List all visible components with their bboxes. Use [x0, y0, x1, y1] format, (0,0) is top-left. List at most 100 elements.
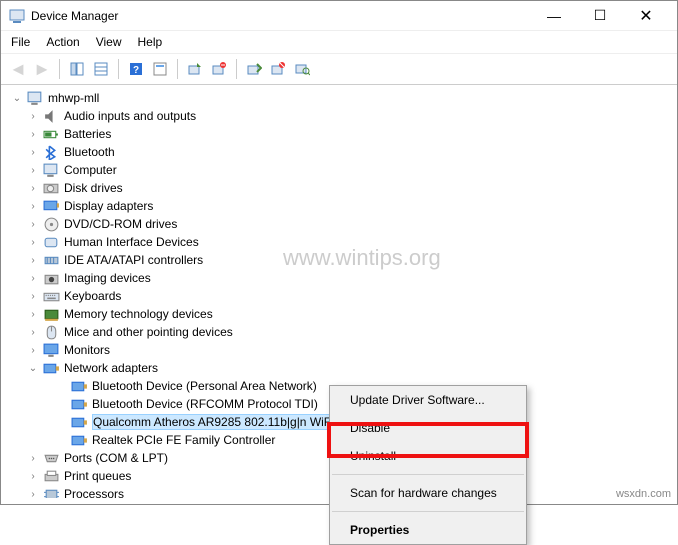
- chevron-right-icon[interactable]: ›: [27, 219, 39, 230]
- cm-uninstall[interactable]: Uninstall: [330, 442, 526, 470]
- forward-button[interactable]: ►: [31, 58, 53, 80]
- category-row[interactable]: › Memory technology devices: [3, 305, 675, 323]
- category-label: Display adapters: [64, 199, 153, 213]
- enable-button[interactable]: [243, 58, 265, 80]
- menu-help[interactable]: Help: [138, 35, 163, 49]
- chevron-right-icon[interactable]: ›: [27, 471, 39, 482]
- help-button[interactable]: ?: [125, 58, 147, 80]
- disable-button[interactable]: [267, 58, 289, 80]
- category-row[interactable]: › Computer: [3, 161, 675, 179]
- category-label: Network adapters: [64, 361, 158, 375]
- credit-text: wsxdn.com: [616, 488, 671, 500]
- menu-view[interactable]: View: [96, 35, 122, 49]
- properties-button[interactable]: [149, 58, 171, 80]
- chevron-right-icon[interactable]: ›: [27, 201, 39, 212]
- category-icon: [43, 109, 60, 124]
- category-label: Computer: [64, 163, 117, 177]
- chevron-down-icon[interactable]: ⌄: [27, 363, 39, 374]
- maximize-button[interactable]: ☐: [577, 1, 623, 31]
- chevron-right-icon[interactable]: ›: [27, 489, 39, 499]
- menu-file[interactable]: File: [11, 35, 30, 49]
- category-label: Processors: [64, 487, 124, 498]
- context-menu: Update Driver Software... Disable Uninst…: [329, 385, 527, 545]
- computer-root[interactable]: ⌄ mhwp-mll: [3, 89, 675, 107]
- category-label: Monitors: [64, 343, 110, 357]
- separator: [332, 511, 524, 512]
- category-icon: [43, 307, 60, 322]
- category-row[interactable]: › Imaging devices: [3, 269, 675, 287]
- category-row[interactable]: › Monitors: [3, 341, 675, 359]
- uninstall-button[interactable]: [208, 58, 230, 80]
- category-label: Imaging devices: [64, 271, 151, 285]
- show-list-button[interactable]: [90, 58, 112, 80]
- separator: [59, 59, 60, 79]
- chevron-right-icon[interactable]: ›: [27, 345, 39, 356]
- category-icon: [43, 253, 60, 268]
- category-icon: [43, 469, 60, 484]
- separator: [177, 59, 178, 79]
- category-label: Disk drives: [64, 181, 123, 195]
- device-label: Realtek PCIe FE Family Controller: [92, 433, 275, 447]
- menu-action[interactable]: Action: [46, 35, 79, 49]
- chevron-right-icon[interactable]: ›: [27, 111, 39, 122]
- category-row[interactable]: › Audio inputs and outputs: [3, 107, 675, 125]
- minimize-button[interactable]: —: [531, 1, 577, 31]
- category-row[interactable]: › Display adapters: [3, 197, 675, 215]
- svg-text:?: ?: [133, 65, 139, 76]
- chevron-right-icon[interactable]: ›: [27, 237, 39, 248]
- category-label: Human Interface Devices: [64, 235, 199, 249]
- cm-scan-hardware[interactable]: Scan for hardware changes: [330, 479, 526, 507]
- cm-update-driver[interactable]: Update Driver Software...: [330, 386, 526, 414]
- chevron-right-icon[interactable]: ›: [27, 327, 39, 338]
- category-icon: [43, 451, 60, 466]
- separator: [118, 59, 119, 79]
- close-button[interactable]: ✕: [623, 1, 669, 31]
- category-icon: [43, 145, 60, 160]
- category-row[interactable]: ›IDE ATA/ATAPI controllers: [3, 251, 675, 269]
- network-adapter-icon: [71, 415, 88, 430]
- update-driver-button[interactable]: [184, 58, 206, 80]
- category-icon: [43, 271, 60, 286]
- cm-properties[interactable]: Properties: [330, 516, 526, 544]
- category-icon: [43, 181, 60, 196]
- scan-hardware-button[interactable]: [291, 58, 313, 80]
- category-row[interactable]: › Human Interface Devices: [3, 233, 675, 251]
- device-label: Bluetooth Device (RFCOMM Protocol TDI): [92, 397, 318, 411]
- category-label: Memory technology devices: [64, 307, 213, 321]
- category-icon: [43, 199, 60, 214]
- category-label: Batteries: [64, 127, 111, 141]
- category-icon: [43, 217, 60, 232]
- device-manager-icon: [9, 8, 25, 24]
- menubar: File Action View Help: [1, 31, 677, 54]
- chevron-right-icon[interactable]: ›: [27, 147, 39, 158]
- chevron-right-icon[interactable]: ›: [27, 291, 39, 302]
- category-label: Mice and other pointing devices: [64, 325, 233, 339]
- cm-disable[interactable]: Disable: [330, 414, 526, 442]
- category-row[interactable]: ⌄ Network adapters: [3, 359, 675, 377]
- category-row[interactable]: ›DVD/CD-ROM drives: [3, 215, 675, 233]
- titlebar: Device Manager — ☐ ✕: [1, 1, 677, 31]
- back-button[interactable]: ◄: [7, 58, 29, 80]
- window-title: Device Manager: [31, 9, 531, 23]
- chevron-right-icon[interactable]: ›: [27, 255, 39, 266]
- chevron-right-icon[interactable]: ›: [27, 183, 39, 194]
- category-row[interactable]: › Mice and other pointing devices: [3, 323, 675, 341]
- chevron-right-icon[interactable]: ›: [27, 273, 39, 284]
- chevron-right-icon[interactable]: ›: [27, 309, 39, 320]
- separator: [332, 474, 524, 475]
- root-label: mhwp-mll: [48, 91, 99, 105]
- category-row[interactable]: › Keyboards: [3, 287, 675, 305]
- show-tree-button[interactable]: [66, 58, 88, 80]
- category-icon: [43, 289, 60, 304]
- category-label: Audio inputs and outputs: [64, 109, 196, 123]
- toolbar: ◄ ► ?: [1, 54, 677, 85]
- category-label: Keyboards: [64, 289, 121, 303]
- category-icon: [43, 325, 60, 340]
- chevron-down-icon[interactable]: ⌄: [11, 93, 23, 104]
- category-row[interactable]: ›Bluetooth: [3, 143, 675, 161]
- category-row[interactable]: › Batteries: [3, 125, 675, 143]
- chevron-right-icon[interactable]: ›: [27, 129, 39, 140]
- category-row[interactable]: › Disk drives: [3, 179, 675, 197]
- chevron-right-icon[interactable]: ›: [27, 453, 39, 464]
- chevron-right-icon[interactable]: ›: [27, 165, 39, 176]
